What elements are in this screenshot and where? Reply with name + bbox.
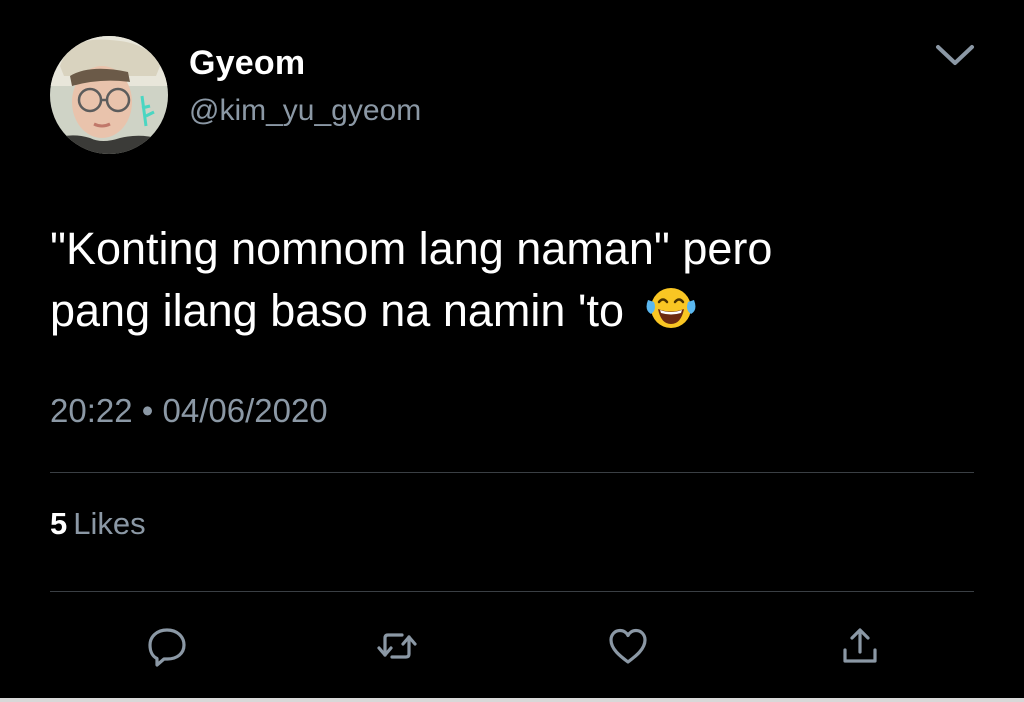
tweet-text-line-1: "Konting nomnom lang naman" pero <box>50 223 773 274</box>
tweet-detail: Gyeom @kim_yu_gyeom "Konting nomnom lang… <box>0 0 1024 702</box>
likes-count: 5 <box>50 506 68 541</box>
likes-label: Likes <box>73 506 146 541</box>
share-icon <box>843 628 877 663</box>
retweet-button[interactable] <box>375 624 419 668</box>
reply-icon <box>148 628 186 667</box>
heart-icon <box>609 628 647 664</box>
retweet-icon <box>377 633 417 659</box>
avatar[interactable] <box>50 36 168 154</box>
timestamp[interactable]: 20:22 • 04/06/2020 <box>50 392 328 430</box>
tweet-text: "Konting nomnom lang naman" pero pang il… <box>50 218 970 348</box>
face-with-tears-of-joy-icon <box>645 284 697 348</box>
display-name[interactable]: Gyeom <box>189 44 305 83</box>
tweet-date: 04/06/2020 <box>162 392 328 429</box>
reply-button[interactable] <box>145 624 189 668</box>
divider <box>50 472 974 473</box>
tweet-text-line-2: pang ilang baso na namin 'to <box>50 280 970 348</box>
avatar-photo <box>50 36 168 154</box>
share-button[interactable] <box>838 624 882 668</box>
divider <box>50 591 974 592</box>
bottom-border <box>0 698 1024 702</box>
like-button[interactable] <box>606 624 650 668</box>
user-handle[interactable]: @kim_yu_gyeom <box>189 94 421 128</box>
chevron-down-icon[interactable] <box>934 42 976 70</box>
timestamp-separator: • <box>141 392 154 429</box>
tweet-text-line-2-text: pang ilang baso na namin 'to <box>50 285 625 336</box>
tweet-time: 20:22 <box>50 392 133 429</box>
likes-stat[interactable]: 5 Likes <box>50 506 146 542</box>
